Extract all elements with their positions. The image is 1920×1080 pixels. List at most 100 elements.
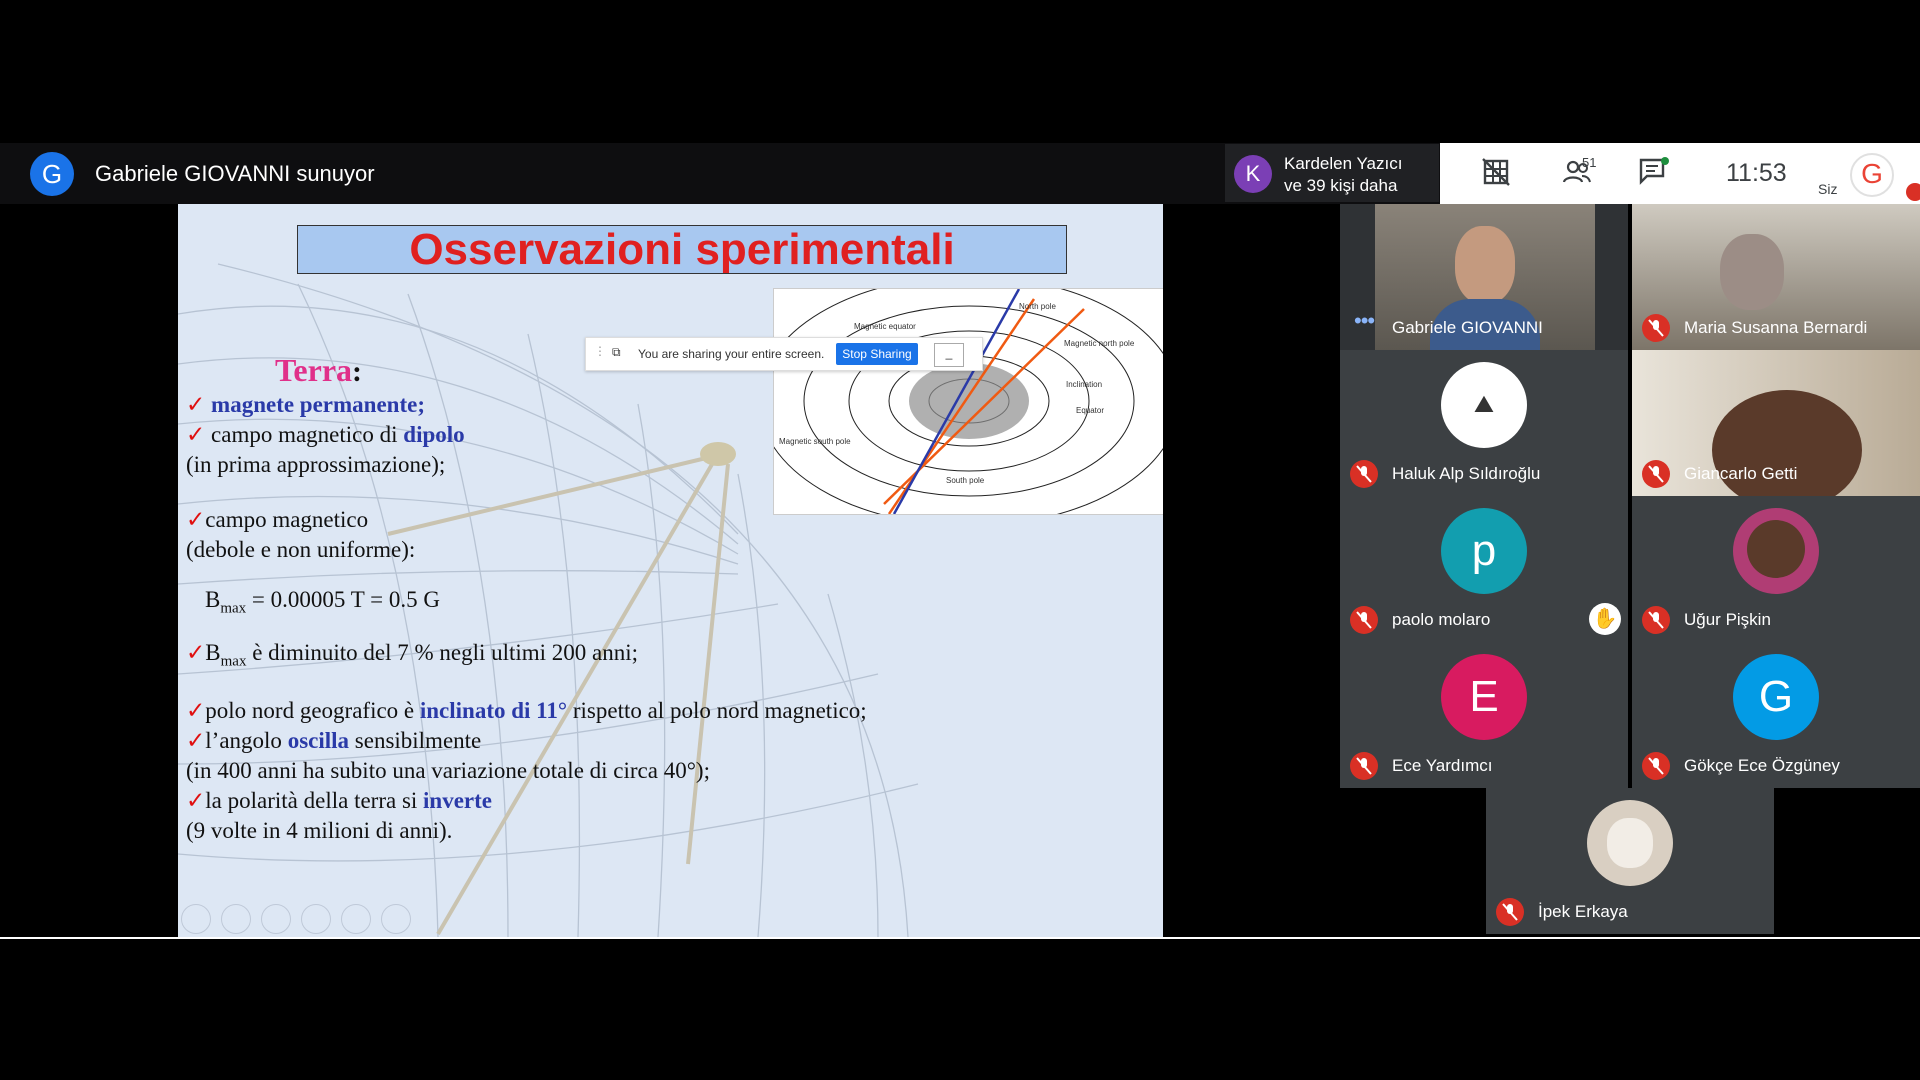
slide-line-10: (in 400 anni ha subito una variazione to… xyxy=(186,758,710,783)
participant-tile[interactable]: G Gökçe Ece Özgüney xyxy=(1632,642,1920,788)
muted-mic-icon xyxy=(1496,898,1524,926)
participant-name: Haluk Alp Sıldıroğlu xyxy=(1392,464,1541,483)
participant-tile[interactable]: Maria Susanna Bernardi xyxy=(1632,204,1920,350)
participant-tile[interactable]: ••• Gabriele GIOVANNI xyxy=(1340,204,1628,350)
chat-icon xyxy=(1639,157,1669,185)
label-equator: Equator xyxy=(1076,406,1104,415)
check-icon: ✓ xyxy=(186,698,206,723)
muted-mic-icon xyxy=(1350,460,1378,488)
participant-name: Uğur Pişkin xyxy=(1684,610,1771,629)
participant-name: Gökçe Ece Özgüney xyxy=(1684,756,1840,775)
join-notification[interactable]: K Kardelen Yazıcı ve 39 kişi daha xyxy=(1225,144,1439,202)
more-icon[interactable] xyxy=(381,904,411,934)
check-icon: ✓ xyxy=(186,728,206,753)
line-9-text-end: sensibilmente xyxy=(349,728,482,753)
participants-count: 51 xyxy=(1582,155,1597,170)
next-slide-icon[interactable] xyxy=(221,904,251,934)
b-symbol: B xyxy=(205,640,221,665)
participant-name: İpek Erkaya xyxy=(1538,902,1628,921)
slide-line-2: ✓ campo magnetico di dipolo xyxy=(186,422,465,448)
participant-tile[interactable]: p paolo molaro xyxy=(1340,496,1628,642)
participants-button[interactable]: 51 xyxy=(1552,155,1602,191)
participant-tile[interactable]: İpek Erkaya xyxy=(1486,788,1774,934)
muted-mic-icon xyxy=(1350,606,1378,634)
magnetic-field-diagram: North pole Magnetic equator Magnetic nor… xyxy=(758,275,1163,527)
raised-hand-icon: ✋ xyxy=(1589,603,1621,635)
share-status-text: You are sharing your entire screen. xyxy=(638,347,825,361)
slide-line-3: (in prima approssimazione); xyxy=(186,452,446,477)
self-muted-badge xyxy=(1906,183,1920,201)
participant-tile[interactable]: Uğur Pişkin xyxy=(1632,496,1920,642)
slide-line-5: (debole e non uniforme): xyxy=(186,537,416,562)
share-screen-icon: ⧉ xyxy=(612,345,621,359)
participant-tile[interactable]: ⛰ Haluk Alp Sıldıroğlu xyxy=(1340,350,1628,496)
participant-name: Gabriele GIOVANNI xyxy=(1392,318,1543,337)
label-north-pole: North pole xyxy=(1019,302,1056,311)
self-label: Siz xyxy=(1818,181,1838,197)
participant-avatar: p xyxy=(1441,508,1527,594)
participant-avatar: E xyxy=(1441,654,1527,740)
avatar-figure xyxy=(1747,520,1805,578)
label-magnetic-equator: Magnetic equator xyxy=(854,322,916,331)
line-8-text: polo nord geografico è xyxy=(205,698,420,723)
participant-name: Maria Susanna Bernardi xyxy=(1684,318,1868,337)
prev-slide-icon[interactable] xyxy=(181,904,211,934)
participant-name: Ece Yardımcı xyxy=(1392,756,1493,775)
self-avatar[interactable]: G xyxy=(1850,153,1894,197)
zoom-icon[interactable] xyxy=(341,904,371,934)
line-11-emphasis: inverte xyxy=(423,788,493,813)
hide-share-bar-button[interactable]: _ xyxy=(934,343,964,367)
check-icon: ✓ xyxy=(186,392,206,417)
joined-more: ve 39 kişi daha xyxy=(1284,176,1398,195)
participant-avatar: ⛰ xyxy=(1441,362,1527,448)
line-2-text: campo magnetico di xyxy=(211,422,404,447)
check-icon: ✓ xyxy=(186,640,206,665)
line-4-text: campo magnetico xyxy=(205,507,369,532)
participant-name: paolo molaro xyxy=(1392,610,1491,629)
terra-colon: : xyxy=(352,355,363,388)
joined-name: Kardelen Yazıcı xyxy=(1284,154,1403,173)
participant-name: Giancarlo Getti xyxy=(1684,464,1798,483)
participant-avatar: G xyxy=(1733,654,1819,740)
participant-tile[interactable]: E Ece Yardımcı xyxy=(1340,642,1628,788)
label-magnetic-north-pole: Magnetic north pole xyxy=(1064,339,1135,348)
slide-title: Osservazioni sperimentali xyxy=(297,225,1067,274)
slide-line-7: ✓Bmax è diminuito del 7 % negli ultimi 2… xyxy=(186,640,638,671)
meeting-controls: 51 11:53 Siz G xyxy=(1440,143,1920,204)
drag-handle-icon[interactable]: ⋮ xyxy=(594,344,606,358)
participant-avatar xyxy=(1733,508,1819,594)
slide-line-1: ✓ magnete permanente; xyxy=(186,392,425,418)
terra-word: Terra xyxy=(275,352,353,388)
bottom-divider xyxy=(0,937,1920,939)
line-1-text: magnete permanente; xyxy=(211,392,425,417)
person-face xyxy=(1455,226,1515,304)
b-symbol: B xyxy=(205,587,221,612)
slide-line-6: Bmax = 0.00005 T = 0.5 G xyxy=(205,587,440,618)
muted-mic-icon xyxy=(1642,752,1670,780)
slide-line-9: ✓l’angolo oscilla sensibilmente xyxy=(186,728,481,754)
meeting-clock: 11:53 xyxy=(1726,159,1787,187)
slide-terra-heading: Terra: xyxy=(275,352,362,389)
line-11-text: la polarità della terra si xyxy=(205,788,424,813)
person-face xyxy=(1720,234,1784,310)
slide-line-8: ✓polo nord geografico è inclinato di 11°… xyxy=(186,698,867,724)
pen-icon[interactable] xyxy=(261,904,291,934)
check-icon: ✓ xyxy=(186,422,206,447)
screen-share-bar: ⋮ ⧉ You are sharing your entire screen. … xyxy=(585,337,983,371)
tile-layout-off-icon[interactable] xyxy=(1478,157,1514,191)
muted-mic-icon xyxy=(1642,314,1670,342)
slide-line-12: (9 volte in 4 milioni di anni). xyxy=(186,818,453,843)
presenter-title: Gabriele GIOVANNI sunuyor xyxy=(95,161,375,186)
line-7-text: è diminuito del 7 % negli ultimi 200 ann… xyxy=(246,640,639,665)
chat-button[interactable] xyxy=(1636,157,1672,191)
participant-avatar xyxy=(1587,800,1673,886)
muted-mic-icon xyxy=(1642,606,1670,634)
muted-mic-icon xyxy=(1350,752,1378,780)
participant-tile[interactable]: Giancarlo Getti xyxy=(1632,350,1920,496)
line-9-emphasis: oscilla xyxy=(287,728,350,753)
max-subscript: max xyxy=(220,600,247,617)
stop-sharing-button[interactable]: Stop Sharing xyxy=(836,343,918,365)
avatar-cat xyxy=(1607,818,1653,868)
more-options-icon[interactable]: ••• xyxy=(1354,308,1375,334)
slides-icon[interactable] xyxy=(301,904,331,934)
